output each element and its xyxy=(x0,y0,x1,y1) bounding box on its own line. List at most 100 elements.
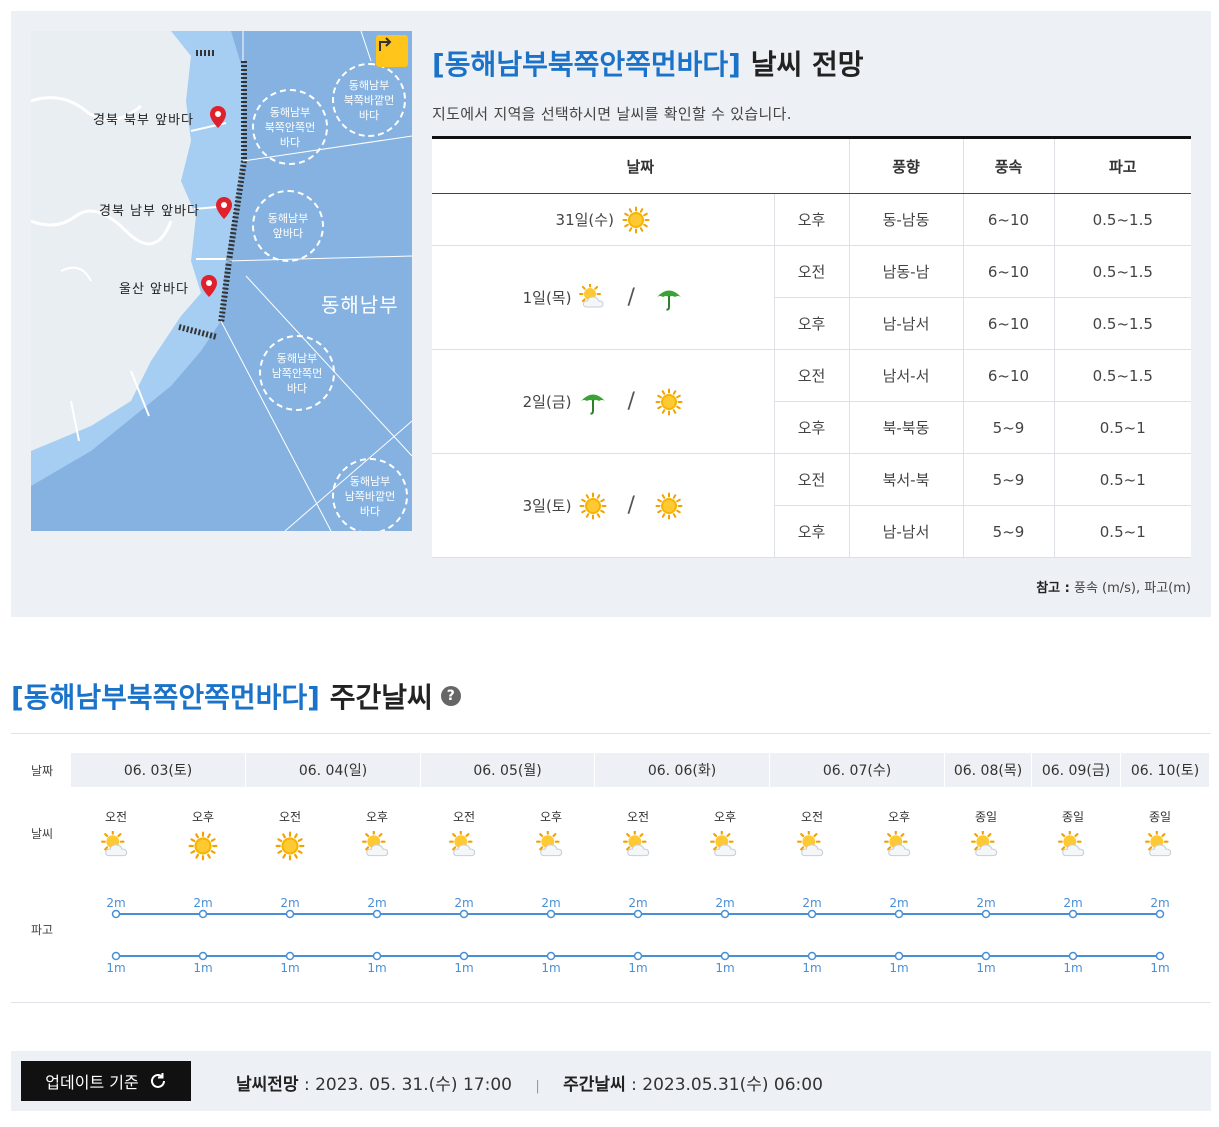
wave-min-point xyxy=(198,951,208,961)
unit-note-label: 참고 : xyxy=(1036,581,1070,596)
zone-front-sea[interactable]: 동해남부 앞바다 xyxy=(252,190,324,262)
forecast-date: 3일(토) xyxy=(522,497,572,515)
wave-min-point xyxy=(981,951,991,961)
icon-separator: / xyxy=(627,493,635,518)
marker-label-north[interactable]: 경북 북부 앞바다 xyxy=(93,109,194,128)
forecast-area: [동해남부북쪽안쪽먼바다] 날씨 전망 지도에서 지역을 선택하시면 날씨를 확… xyxy=(432,31,1191,558)
forecast-date: 2일(금) xyxy=(522,393,572,411)
zone-north-inner[interactable]: 동해남부 북쪽안쪽먼 바다 xyxy=(252,89,328,165)
wave-min-point xyxy=(459,951,469,961)
wave-min-label: 1m xyxy=(802,961,822,975)
wave-max-point xyxy=(720,909,730,919)
wave-max-point xyxy=(459,909,469,919)
forecast-row: 1일(목) / 오전 남동-남 6~10 0.5~1.5 xyxy=(432,245,1191,350)
weekly-weather: 날짜 날씨 파고 06. 03(토) 06. 04(일) 06. 05(월) 06. … xyxy=(11,733,1211,1003)
forecast-wind-speed: 5~9 xyxy=(962,453,1054,506)
wave-min-label: 1m xyxy=(367,961,387,975)
marker-label-south[interactable]: 경북 남부 앞바다 xyxy=(99,200,200,219)
forecast-wind-speed: 5~9 xyxy=(962,505,1054,558)
update-info: 날씨전망 : 2023. 05. 31.(수) 17:00 | 주간날씨 : 2… xyxy=(236,1070,823,1095)
forecast-date-cell: 2일(금) / xyxy=(432,349,774,454)
forecast-wave-height: 0.5~1.5 xyxy=(1053,245,1191,298)
forecast-wind-speed: 5~9 xyxy=(962,401,1054,454)
wave-max-label: 2m xyxy=(1063,896,1083,910)
wave-min-point xyxy=(546,951,556,961)
forecast-period: 오후 xyxy=(773,297,849,350)
wave-min-point xyxy=(807,951,817,961)
zone-south-inner[interactable]: 동해남부 남쪽안쪽먼 바다 xyxy=(259,335,335,411)
wave-min-label: 1m xyxy=(715,961,735,975)
wave-min-point xyxy=(633,951,643,961)
forecast-wind-direction: 북-북동 xyxy=(848,401,963,454)
sea-area-label: 동해남부 xyxy=(321,293,399,317)
help-icon[interactable]: ? xyxy=(440,686,461,706)
forecast-subtitle: 지도에서 지역을 선택하시면 날씨를 확인할 수 있습니다. xyxy=(432,105,792,123)
wave-max-point xyxy=(981,909,991,919)
forecast-date-cell: 31일(수) xyxy=(432,193,774,246)
wave-max-point xyxy=(633,909,643,919)
forecast-title: [동해남부북쪽안쪽먼바다] 날씨 전망 xyxy=(432,43,1191,83)
marker-label-ulsan[interactable]: 울산 앞바다 xyxy=(119,278,189,297)
wave-max-label: 2m xyxy=(802,896,822,910)
wave-max-label: 2m xyxy=(454,896,474,910)
zone-south-outer[interactable]: 동해남부 남쪽바깥먼 바다 xyxy=(332,458,408,531)
forecast-wind-direction: 남동-남 xyxy=(848,245,963,298)
wave-max-label: 2m xyxy=(889,896,909,910)
update-button-label: 업데이트 기준 xyxy=(45,1073,139,1092)
wave-max-point xyxy=(1155,909,1165,919)
wave-min-point xyxy=(285,951,295,961)
forecast-wind-speed: 6~10 xyxy=(962,349,1054,402)
wave-max-point xyxy=(198,909,208,919)
forecast-wind-speed: 6~10 xyxy=(962,297,1054,350)
wave-max-label: 2m xyxy=(367,896,387,910)
zone-north-outer[interactable]: 동해남부 북쪽바깥먼 바다 xyxy=(332,63,406,137)
location-pin-icon[interactable] xyxy=(216,197,232,219)
header-wind-speed: 풍속 xyxy=(962,136,1054,194)
forecast-time-label: 날씨전망 xyxy=(236,1075,299,1095)
update-footer: 업데이트 기준 날씨전망 : 2023. 05. 31.(수) 17:00 | … xyxy=(11,1051,1211,1111)
forecast-body: 31일(수) 오후 동-남동 6~10 0.5~1.5 1일(목) / 오전 남동-남 6~10 0… xyxy=(432,193,1191,558)
umbrella-icon xyxy=(656,290,681,311)
wave-min-label: 1m xyxy=(628,961,648,975)
weekly-time-value: : 2023.05.31(수) 06:00 xyxy=(631,1075,823,1095)
wave-max-point xyxy=(1068,909,1078,919)
wave-min-point xyxy=(111,951,121,961)
forecast-date: 1일(목) xyxy=(522,289,572,307)
forecast-wind-direction: 남-남서 xyxy=(848,505,963,558)
wave-min-point xyxy=(1155,951,1165,961)
wave-max-label: 2m xyxy=(1150,896,1170,910)
wave-min-label: 1m xyxy=(193,961,213,975)
forecast-period: 오전 xyxy=(773,453,849,506)
unit-note: 참고 : 풍속 (m/s), 파고(m) xyxy=(432,577,1191,596)
header-wave-height: 파고 xyxy=(1053,136,1191,194)
wave-min-label: 1m xyxy=(106,961,126,975)
forecast-row: 3일(토) / 오전 북서-북 5~9 0.5~1 xyxy=(432,453,1191,558)
forecast-table: 날짜 풍향 풍속 파고 31일(수) 오후 동-남동 6~10 0.5~1.5 1일(목)… xyxy=(432,136,1191,558)
wave-max-point xyxy=(807,909,817,919)
location-pin-icon[interactable] xyxy=(210,106,226,128)
sun-icon xyxy=(655,388,683,415)
wave-min-label: 1m xyxy=(454,961,474,975)
forecast-row: 31일(수) 오후 동-남동 6~10 0.5~1.5 xyxy=(432,193,1191,246)
wave-max-label: 2m xyxy=(193,896,213,910)
wave-min-label: 1m xyxy=(1150,961,1170,975)
location-pin-icon[interactable] xyxy=(201,275,217,297)
forecast-wave-height: 0.5~1 xyxy=(1053,453,1191,506)
forecast-wave-height: 0.5~1.5 xyxy=(1053,349,1191,402)
wave-min-point xyxy=(1068,951,1078,961)
icon-separator: / xyxy=(627,285,635,310)
forecast-panel: 경북 북부 앞바다 경북 남부 앞바다 울산 앞바다 동해남부 북쪽안쪽먼 바다… xyxy=(11,11,1211,617)
wave-max-label: 2m xyxy=(976,896,996,910)
update-button[interactable]: 업데이트 기준 xyxy=(21,1061,191,1101)
forecast-time-value: : 2023. 05. 31.(수) 17:00 xyxy=(303,1075,512,1095)
region-map[interactable]: 경북 북부 앞바다 경북 남부 앞바다 울산 앞바다 동해남부 북쪽안쪽먼 바다… xyxy=(31,31,412,531)
header-wind-direction: 풍향 xyxy=(848,136,963,194)
forecast-title-suffix: 날씨 전망 xyxy=(750,48,864,81)
map-toggle-button[interactable] xyxy=(376,35,408,67)
forecast-wind-direction: 남서-서 xyxy=(848,349,963,402)
wave-max-point xyxy=(546,909,556,919)
forecast-wave-height: 0.5~1.5 xyxy=(1053,193,1191,246)
wave-min-point xyxy=(720,951,730,961)
forecast-title-region: [동해남부북쪽안쪽먼바다] xyxy=(432,48,741,81)
forecast-period: 오전 xyxy=(773,349,849,402)
